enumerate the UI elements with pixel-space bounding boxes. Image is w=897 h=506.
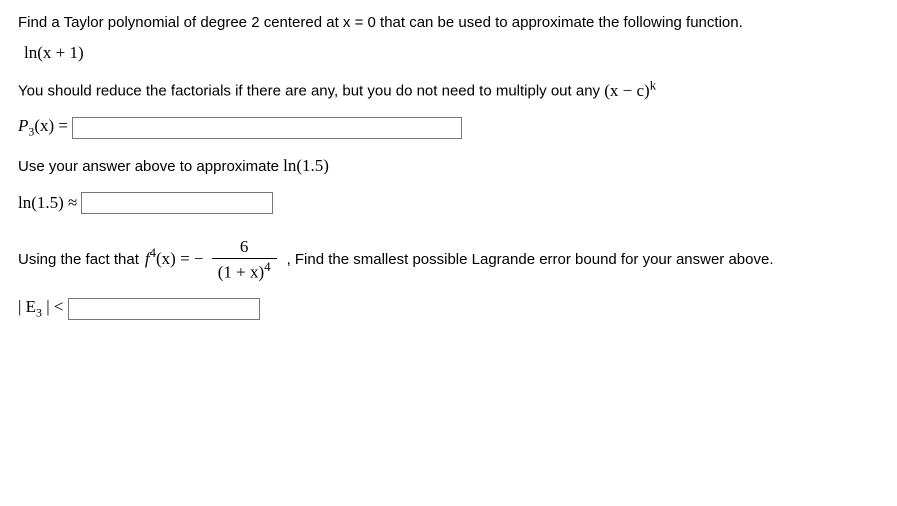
p3-row: P3(x) = <box>18 116 879 139</box>
frac-den-base: (1 + x) <box>218 262 264 281</box>
reduce-note: You should reduce the factorials if ther… <box>18 77 879 102</box>
e3-tail: | < <box>42 297 64 316</box>
p3-label: P3(x) = <box>18 116 68 139</box>
e3-bar1: | E <box>18 297 36 316</box>
frac-den: (1 + x)4 <box>212 259 277 284</box>
approx-prompt-text: Use your answer above to approximate <box>18 158 283 175</box>
p3-p: P <box>18 116 28 135</box>
lagrange-row: Using the fact that f4(x) = − 6 (1 + x)4… <box>18 236 879 284</box>
e3-input[interactable] <box>68 298 260 320</box>
power-base: (x − c) <box>604 81 649 100</box>
e3-row: | E3 | < <box>18 297 879 320</box>
lagrange-suffix: , Find the smallest possible Lagrande er… <box>287 251 774 268</box>
ln15-input[interactable] <box>81 192 273 214</box>
frac-num: 6 <box>212 236 277 259</box>
reduce-note-text: You should reduce the factorials if ther… <box>18 83 604 100</box>
approx-prompt: Use your answer above to approximate ln(… <box>18 154 879 178</box>
power-exp: k <box>650 78 656 92</box>
p3-input[interactable] <box>72 117 462 139</box>
power-expr: (x − c)k <box>604 81 656 100</box>
ln15-label: ln(1.5) ≈ <box>18 193 77 213</box>
frac-den-exp: 4 <box>264 260 270 274</box>
approx-expr: ln(1.5) <box>283 156 329 175</box>
problem-intro: Find a Taylor polynomial of degree 2 cen… <box>18 12 879 33</box>
f4-expr: f4(x) = − 6 (1 + x)4 <box>145 236 281 284</box>
p3-arg: (x) = <box>34 116 68 135</box>
ln15-row: ln(1.5) ≈ <box>18 192 879 214</box>
given-function: ln(x + 1) <box>24 43 879 63</box>
lagrange-prefix: Using the fact that <box>18 251 139 268</box>
f4-fraction: 6 (1 + x)4 <box>212 236 277 284</box>
e3-label: | E3 | < <box>18 297 64 320</box>
f4-arg: (x) = − <box>156 248 204 267</box>
